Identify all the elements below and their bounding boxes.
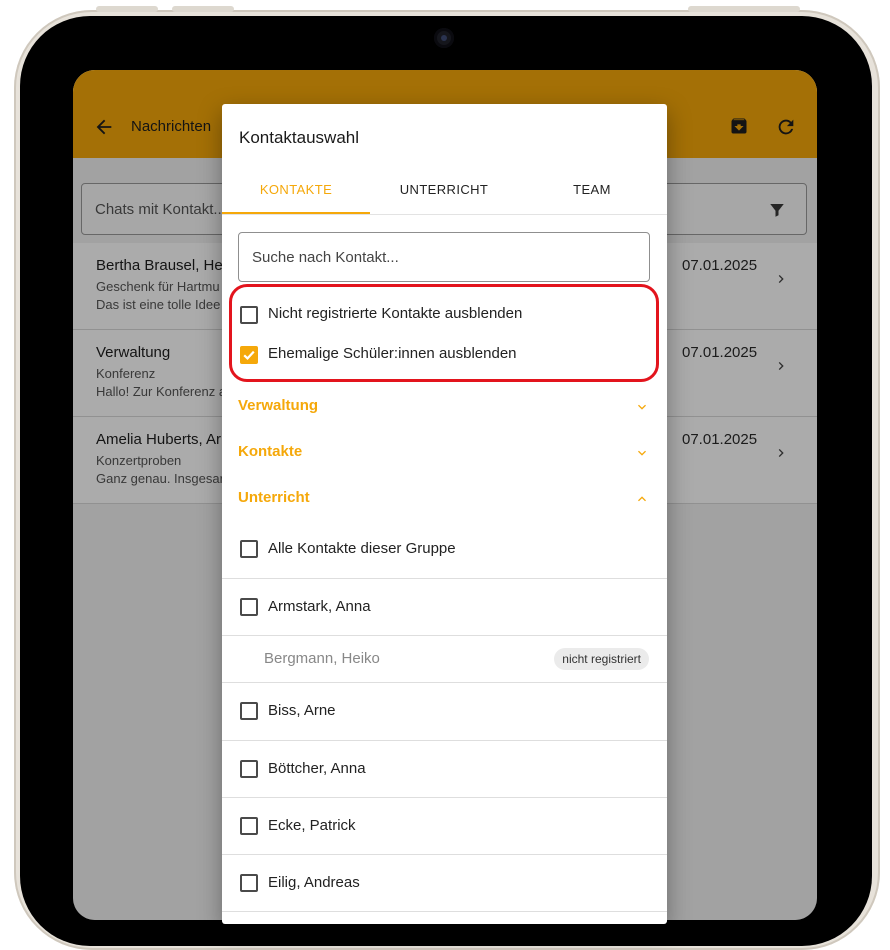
- contact-search-input[interactable]: Suche nach Kontakt...: [238, 232, 650, 282]
- checkbox[interactable]: [240, 817, 258, 835]
- dialog-title: Kontaktauswahl: [239, 128, 360, 147]
- tab-kontakte[interactable]: KONTAKTE: [222, 170, 370, 214]
- contact-name: Eilig, Andreas: [268, 874, 360, 891]
- contact-name: Bergmann, Heiko: [264, 650, 380, 667]
- contact-name: Biss, Arne: [268, 702, 336, 719]
- group-unterricht[interactable]: Unterricht: [238, 487, 650, 511]
- group-verwaltung[interactable]: Verwaltung: [238, 395, 650, 419]
- contact-search-placeholder: Suche nach Kontakt...: [252, 249, 399, 266]
- tab-team[interactable]: TEAM: [518, 170, 666, 214]
- contact-row[interactable]: Ecke, Patrick: [222, 797, 667, 855]
- group-label: Unterricht: [238, 489, 310, 506]
- chevron-up-icon: [638, 496, 646, 502]
- status-badge: nicht registriert: [554, 648, 649, 670]
- group-kontakte[interactable]: Kontakte: [238, 441, 650, 465]
- highlight-annotation: [229, 284, 659, 382]
- chevron-down-icon: [638, 404, 646, 410]
- contact-row[interactable]: Eilig, Andreas: [222, 854, 667, 912]
- group-label: Verwaltung: [238, 397, 319, 414]
- checkbox[interactable]: [240, 540, 258, 558]
- checkbox[interactable]: [240, 760, 258, 778]
- contact-name: Armstark, Anna: [268, 598, 371, 615]
- checkbox[interactable]: [240, 874, 258, 892]
- group-label: Kontakte: [238, 443, 303, 460]
- hardware-button: [172, 6, 234, 12]
- contact-row[interactable]: Armstark, Anna: [222, 578, 667, 636]
- select-all-contacts-row[interactable]: Alle Kontakte dieser Gruppe: [222, 520, 667, 579]
- checkbox[interactable]: [240, 598, 258, 616]
- contact-row[interactable]: Biss, Arne: [222, 682, 667, 741]
- contact-name: Ecke, Patrick: [268, 817, 356, 834]
- contact-name: Alle Kontakte dieser Gruppe: [268, 540, 456, 557]
- chevron-down-icon: [638, 450, 646, 456]
- contact-row-unregistered: Bergmann, Heiko nicht registriert: [222, 635, 667, 683]
- contact-selection-dialog: Kontaktauswahl KONTAKTE UNTERRICHT TEAM …: [222, 104, 667, 924]
- hardware-button: [96, 6, 158, 12]
- dialog-tabs: KONTAKTE UNTERRICHT TEAM: [222, 170, 667, 215]
- camera-icon: [434, 28, 454, 48]
- contact-row[interactable]: Böttcher, Anna: [222, 740, 667, 798]
- contact-name: Böttcher, Anna: [268, 760, 366, 777]
- hardware-button: [688, 6, 800, 12]
- tab-unterricht[interactable]: UNTERRICHT: [370, 170, 518, 214]
- checkbox[interactable]: [240, 702, 258, 720]
